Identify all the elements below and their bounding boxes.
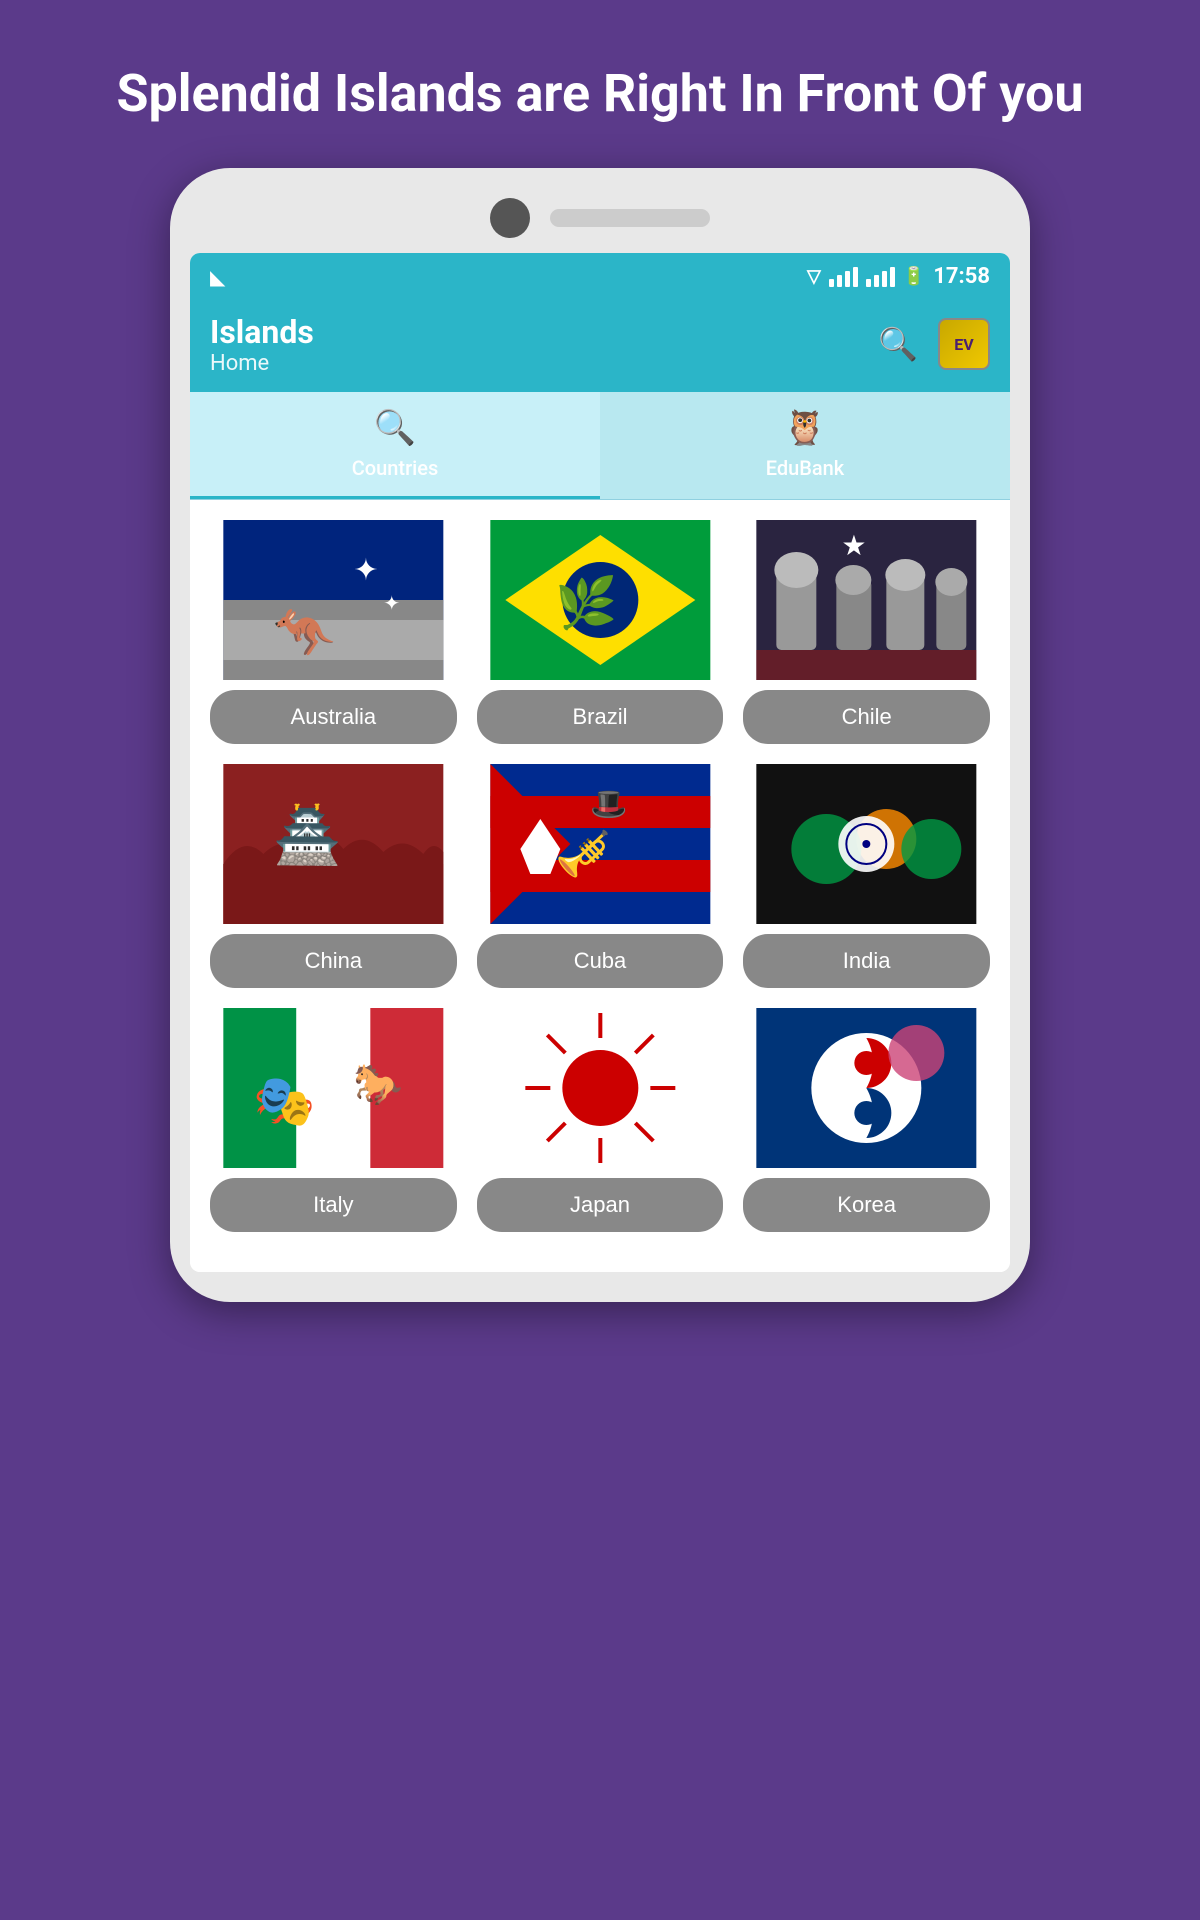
country-australia[interactable]: 🦘 ✦ ✦ Australia bbox=[210, 520, 457, 744]
svg-text:★: ★ bbox=[842, 529, 867, 562]
korea-flag bbox=[743, 1008, 990, 1168]
clock: 17:58 bbox=[933, 264, 990, 289]
brazil-flag: 🌿 bbox=[477, 520, 724, 680]
svg-text:🎺: 🎺 bbox=[555, 827, 611, 880]
phone-mockup: ◣ ▽ 🔋 17:58 bbox=[170, 168, 1030, 1302]
status-bar: ◣ ▽ 🔋 17:58 bbox=[190, 253, 1010, 301]
tab-bar: 🔍 Countries 🦉 EduBank bbox=[190, 392, 1010, 500]
wifi-icon: ▽ bbox=[807, 266, 821, 287]
brazil-button[interactable]: Brazil bbox=[477, 690, 724, 744]
australia-button[interactable]: Australia bbox=[210, 690, 457, 744]
svg-text:✦: ✦ bbox=[383, 591, 400, 615]
phone-screen: ◣ ▽ 🔋 17:58 bbox=[190, 253, 1010, 1272]
search-button[interactable]: 🔍 bbox=[878, 325, 918, 363]
country-brazil[interactable]: 🌿 Brazil bbox=[477, 520, 724, 744]
tab-edubank-label: EduBank bbox=[766, 456, 844, 480]
country-japan[interactable]: Japan bbox=[477, 1008, 724, 1232]
svg-text:🏯: 🏯 bbox=[273, 802, 341, 868]
ev-label: EV bbox=[954, 335, 973, 354]
korea-button[interactable]: Korea bbox=[743, 1178, 990, 1232]
svg-text:🐎: 🐎 bbox=[353, 1061, 403, 1108]
country-cuba[interactable]: 🎺 🎩 Cuba bbox=[477, 764, 724, 988]
italy-button[interactable]: Italy bbox=[210, 1178, 457, 1232]
cuba-button[interactable]: Cuba bbox=[477, 934, 724, 988]
signal-bars bbox=[829, 267, 858, 287]
svg-text:✦: ✦ bbox=[353, 553, 378, 588]
countries-tab-icon: 🔍 bbox=[374, 408, 416, 448]
country-grid-row2: 🏯 China 🎺 bbox=[210, 764, 990, 988]
phone-notch bbox=[190, 198, 1010, 253]
app-bar: Islands Home 🔍 EV bbox=[190, 301, 1010, 392]
svg-text:🌿: 🌿 bbox=[555, 574, 617, 633]
tab-countries-label: Countries bbox=[352, 456, 439, 480]
china-button[interactable]: China bbox=[210, 934, 457, 988]
app-bar-icons: 🔍 EV bbox=[878, 318, 990, 370]
country-italy[interactable]: 🎭 🐎 Italy bbox=[210, 1008, 457, 1232]
page-header-title: Splendid Islands are Right In Front Of y… bbox=[37, 0, 1164, 168]
status-bar-right: ▽ 🔋 17:58 bbox=[807, 264, 990, 289]
japan-button[interactable]: Japan bbox=[477, 1178, 724, 1232]
italy-flag: 🎭 🐎 bbox=[210, 1008, 457, 1168]
tab-countries[interactable]: 🔍 Countries bbox=[190, 392, 600, 499]
edubank-tab-icon: 🦉 bbox=[784, 408, 826, 448]
battery-icon: 🔋 bbox=[903, 266, 925, 287]
ev-badge[interactable]: EV bbox=[938, 318, 990, 370]
app-title: Islands bbox=[210, 313, 878, 351]
app-subtitle: Home bbox=[210, 351, 878, 376]
china-flag: 🏯 bbox=[210, 764, 457, 924]
status-bar-left: ◣ bbox=[210, 265, 225, 289]
notification-icon: ◣ bbox=[210, 265, 225, 289]
signal-bars-2 bbox=[866, 267, 895, 287]
country-china[interactable]: 🏯 China bbox=[210, 764, 457, 988]
content-area: 🦘 ✦ ✦ Australia 🌿 bbox=[190, 500, 1010, 1272]
phone-camera bbox=[490, 198, 530, 238]
country-grid-row3: 🎭 🐎 Italy bbox=[210, 1008, 990, 1232]
country-chile[interactable]: ★ Chile bbox=[743, 520, 990, 744]
india-button[interactable]: India bbox=[743, 934, 990, 988]
chile-button[interactable]: Chile bbox=[743, 690, 990, 744]
country-india[interactable]: India bbox=[743, 764, 990, 988]
country-grid-row1: 🦘 ✦ ✦ Australia 🌿 bbox=[210, 520, 990, 744]
india-flag bbox=[743, 764, 990, 924]
chile-flag: ★ bbox=[743, 520, 990, 680]
country-korea[interactable]: Korea bbox=[743, 1008, 990, 1232]
svg-text:🎭: 🎭 bbox=[253, 1073, 315, 1131]
tab-edubank[interactable]: 🦉 EduBank bbox=[600, 392, 1010, 499]
svg-text:🦘: 🦘 bbox=[273, 605, 336, 663]
phone-speaker bbox=[550, 209, 710, 227]
japan-flag bbox=[477, 1008, 724, 1168]
app-bar-titles: Islands Home bbox=[210, 313, 878, 376]
svg-text:🎩: 🎩 bbox=[590, 787, 627, 822]
australia-flag: 🦘 ✦ ✦ bbox=[210, 520, 457, 680]
cuba-flag: 🎺 🎩 bbox=[477, 764, 724, 924]
